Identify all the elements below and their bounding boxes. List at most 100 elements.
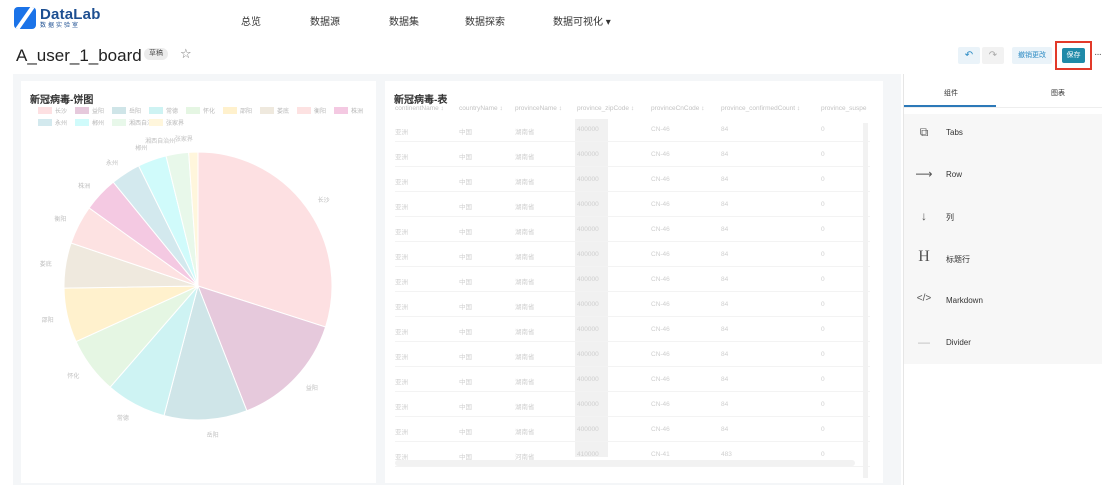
nav-overview[interactable]: 总览 xyxy=(241,13,261,28)
table-cell: 483 xyxy=(721,451,732,458)
pie-slice-label: 衡阳 xyxy=(54,217,67,224)
table-row[interactable]: 亚洲 中国 湖南省 400000 CN-46 84 0 xyxy=(395,417,870,442)
table-row[interactable]: 亚洲 中国 湖南省 400000 CN-46 84 0 xyxy=(395,192,870,217)
divider-icon: — xyxy=(918,335,930,349)
table-cell: 中国 xyxy=(459,279,472,286)
palette-item-divider[interactable]: — Divider xyxy=(904,324,1102,364)
table-cell: 0 xyxy=(821,126,825,133)
tab-components[interactable]: 组件 xyxy=(944,88,958,98)
table-cell: 84 xyxy=(721,176,729,183)
undo-button[interactable]: ↶ xyxy=(958,47,980,64)
table-cell: 400000 xyxy=(577,251,599,258)
pie-slice-label: 张家界 xyxy=(174,137,193,144)
table-column-header[interactable]: province_suspe xyxy=(821,105,867,112)
table-cell: 0 xyxy=(821,151,825,158)
table-column-header[interactable]: continentName ↕ xyxy=(395,105,444,112)
board-title[interactable]: A_user_1_board xyxy=(16,46,142,66)
redo-button[interactable]: ↷ xyxy=(982,47,1004,64)
table-cell: 中国 xyxy=(459,229,472,236)
table-cell: CN-46 xyxy=(651,226,670,233)
table-cell: 湖南省 xyxy=(515,254,535,261)
arrow-right-icon: ⟶ xyxy=(915,167,933,181)
table-cell: CN-46 xyxy=(651,151,670,158)
table-row[interactable]: 亚洲 中国 湖南省 400000 CN-46 84 0 xyxy=(395,242,870,267)
table-row[interactable]: 亚洲 中国 湖南省 400000 CN-46 84 0 xyxy=(395,317,870,342)
table-cell: 中国 xyxy=(459,204,472,211)
nav-visualization[interactable]: 数据可视化 ▾ xyxy=(553,13,611,28)
table-cell: 中国 xyxy=(459,179,472,186)
datalab-logo[interactable]: DataLab 数据实验室 xyxy=(14,7,101,29)
logo-mark-icon xyxy=(14,7,36,29)
table-card[interactable]: 新冠病毒-表 continentName ↕ countryName ↕ provi… xyxy=(385,81,883,483)
table-cell: 亚洲 xyxy=(395,379,408,386)
table-cell: 中国 xyxy=(459,429,472,436)
pie-chart-card[interactable]: 新冠病毒-饼图 长沙 益阳 岳阳 常德 怀化 邵阳 娄底 衡阳 株洲 永州 郴州 湘西自治州 张家界 长… xyxy=(21,81,376,483)
table-cell: 84 xyxy=(721,226,729,233)
table-column-header[interactable]: province_zipCode ↕ xyxy=(577,105,634,112)
table-row[interactable]: 亚洲 中国 湖南省 400000 CN-46 84 0 xyxy=(395,392,870,417)
table-row[interactable]: 亚洲 中国 湖南省 400000 CN-46 84 0 xyxy=(395,217,870,242)
palette-item-column[interactable]: ↓ 列 xyxy=(904,198,1102,238)
table-cell: CN-46 xyxy=(651,276,670,283)
table-horizontal-scrollbar[interactable] xyxy=(395,460,855,466)
save-button[interactable]: 保存 xyxy=(1062,48,1085,63)
table-column-header[interactable]: provinceName ↕ xyxy=(515,105,562,112)
table-cell: 400000 xyxy=(577,401,599,408)
discard-changes-button[interactable]: 撤销更改 xyxy=(1012,47,1052,64)
table-row[interactable]: 亚洲 中国 湖南省 400000 CN-46 84 0 xyxy=(395,142,870,167)
table-cell: 0 xyxy=(821,426,825,433)
table-row[interactable]: 亚洲 中国 湖南省 400000 CN-46 84 0 xyxy=(395,292,870,317)
pie-slice-label: 怀化 xyxy=(67,373,80,380)
pie-slice-label: 娄底 xyxy=(39,262,52,269)
table-row[interactable]: 亚洲 中国 湖南省 400000 CN-46 84 0 xyxy=(395,342,870,367)
table-column-header[interactable]: provinceCnCode ↕ xyxy=(651,105,704,112)
table-cell: 中国 xyxy=(459,254,472,261)
palette-item-markdown[interactable]: </> Markdown xyxy=(904,282,1102,322)
table-cell: 400000 xyxy=(577,326,599,333)
component-panel: 组件 图表 ⧉ Tabs ⟶ Row ↓ 列 H 标题行 </> Markdow… xyxy=(903,74,1102,485)
table-cell: 400000 xyxy=(577,176,599,183)
table-cell: 0 xyxy=(821,351,825,358)
logo-text: DataLab xyxy=(40,6,101,23)
table-cell: 中国 xyxy=(459,329,472,336)
table-cell: 中国 xyxy=(459,354,472,361)
table-row[interactable]: 亚洲 中国 湖南省 400000 CN-46 84 0 xyxy=(395,367,870,392)
table-cell: 84 xyxy=(721,401,729,408)
table-cell: 亚洲 xyxy=(395,229,408,236)
table-cell: CN-46 xyxy=(651,401,670,408)
table-cell: 400000 xyxy=(577,126,599,133)
table-cell: 0 xyxy=(821,226,825,233)
favorite-star-icon[interactable]: ☆ xyxy=(180,46,192,62)
table-cell: 0 xyxy=(821,301,825,308)
table-column-header[interactable]: countryName ↕ xyxy=(459,105,503,112)
table-cell: 湖南省 xyxy=(515,154,535,161)
table-cell: 亚洲 xyxy=(395,429,408,436)
table-row[interactable]: 亚洲 中国 湖南省 400000 CN-46 84 0 xyxy=(395,167,870,192)
tabs-icon: ⧉ xyxy=(919,125,929,139)
table-cell: CN-46 xyxy=(651,176,670,183)
more-options-icon[interactable]: ··· xyxy=(1094,49,1102,60)
table-cell: CN-46 xyxy=(651,376,670,383)
tab-charts[interactable]: 图表 xyxy=(1051,88,1065,98)
palette-item-row[interactable]: ⟶ Row xyxy=(904,156,1102,196)
table-cell: 84 xyxy=(721,326,729,333)
table-row[interactable]: 亚洲 中国 湖南省 400000 CN-46 84 0 xyxy=(395,267,870,292)
pie-slice-label: 永州 xyxy=(105,160,118,167)
table-cell: 湖南省 xyxy=(515,304,535,311)
table-cell: 湖南省 xyxy=(515,379,535,386)
nav-datasource[interactable]: 数据源 xyxy=(310,13,340,28)
palette-item-tabs[interactable]: ⧉ Tabs xyxy=(904,114,1102,154)
table-vertical-scrollbar[interactable] xyxy=(863,123,868,478)
table-cell: 中国 xyxy=(459,404,472,411)
table-cell: 84 xyxy=(721,126,729,133)
table-cell: 84 xyxy=(721,426,729,433)
palette-item-heading[interactable]: H 标题行 xyxy=(904,240,1102,280)
table-cell: 84 xyxy=(721,376,729,383)
nav-dataset[interactable]: 数据集 xyxy=(389,13,419,28)
nav-data-explore[interactable]: 数据探索 xyxy=(465,13,505,28)
table-cell: 0 xyxy=(821,376,825,383)
table-cell: 中国 xyxy=(459,129,472,136)
table-cell: 0 xyxy=(821,326,825,333)
table-column-header[interactable]: province_confirmedCount ↕ xyxy=(721,105,800,112)
table-row[interactable]: 亚洲 中国 湖南省 400000 CN-46 84 0 xyxy=(395,117,870,142)
